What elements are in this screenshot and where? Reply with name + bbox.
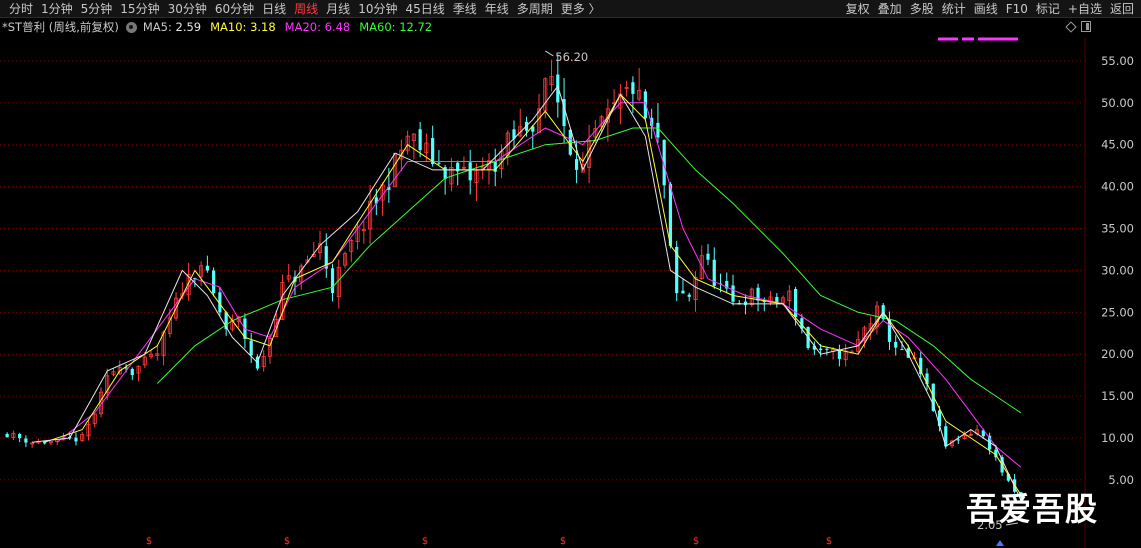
candle-body xyxy=(837,350,841,359)
candle-body xyxy=(468,162,472,181)
candle-body xyxy=(437,162,441,164)
candle-body xyxy=(825,348,829,350)
candle-body xyxy=(706,253,710,260)
candle-body xyxy=(668,184,673,246)
y-tick-label: 30.00 xyxy=(1101,263,1134,277)
event-marker: $ xyxy=(826,536,832,547)
ma-line-ma10 xyxy=(44,93,1022,496)
candle-body xyxy=(900,349,904,351)
y-tick-label: 40.00 xyxy=(1101,180,1134,194)
max-pointer xyxy=(545,50,554,57)
candle-body xyxy=(74,437,78,442)
event-marker: $ xyxy=(146,536,152,547)
y-tick-label: 35.00 xyxy=(1101,222,1134,236)
candle-body xyxy=(956,439,960,441)
candle-body xyxy=(687,294,691,297)
y-tick-label: 5.00 xyxy=(1108,473,1134,487)
y-tick-label: 15.00 xyxy=(1101,389,1134,403)
current-marker-icon xyxy=(996,540,1004,546)
candle-body xyxy=(681,290,685,294)
candle-body xyxy=(5,433,9,438)
candle-body xyxy=(249,340,253,356)
candle-body xyxy=(819,348,823,350)
kline-chart[interactable]: 55.00 50.00 45.00 40.00 35.00 30.00 25.00 20.00… xyxy=(0,0,1141,548)
candle-body xyxy=(130,368,134,376)
event-marker: $ xyxy=(560,536,566,547)
y-tick-label: 10.00 xyxy=(1101,431,1134,445)
y-tick-label: 25.00 xyxy=(1101,305,1134,319)
candle-body xyxy=(894,341,898,348)
candle-body xyxy=(631,82,635,94)
candle-body xyxy=(205,265,209,271)
candle-body xyxy=(18,434,22,439)
y-tick-label: 55.00 xyxy=(1101,54,1134,68)
event-marker: $ xyxy=(693,536,699,547)
y-tick-label: 45.00 xyxy=(1101,138,1134,152)
event-marker: $ xyxy=(422,536,428,547)
y-tick-label: 20.00 xyxy=(1101,347,1134,361)
watermark: 吾爱吾股 xyxy=(966,490,1099,528)
event-marker: $ xyxy=(284,536,290,547)
candle-body xyxy=(731,285,735,302)
candle-body xyxy=(743,301,748,306)
candle-body xyxy=(24,438,28,443)
candle-body xyxy=(574,159,579,170)
candle-body xyxy=(656,122,660,138)
y-tick-label: 50.00 xyxy=(1101,96,1134,110)
candle-body xyxy=(212,270,216,294)
candle-body xyxy=(418,129,422,151)
candle-body xyxy=(330,268,335,294)
ma-line-ma20 xyxy=(56,102,1022,468)
max-price-label: 56.20 xyxy=(555,50,588,64)
